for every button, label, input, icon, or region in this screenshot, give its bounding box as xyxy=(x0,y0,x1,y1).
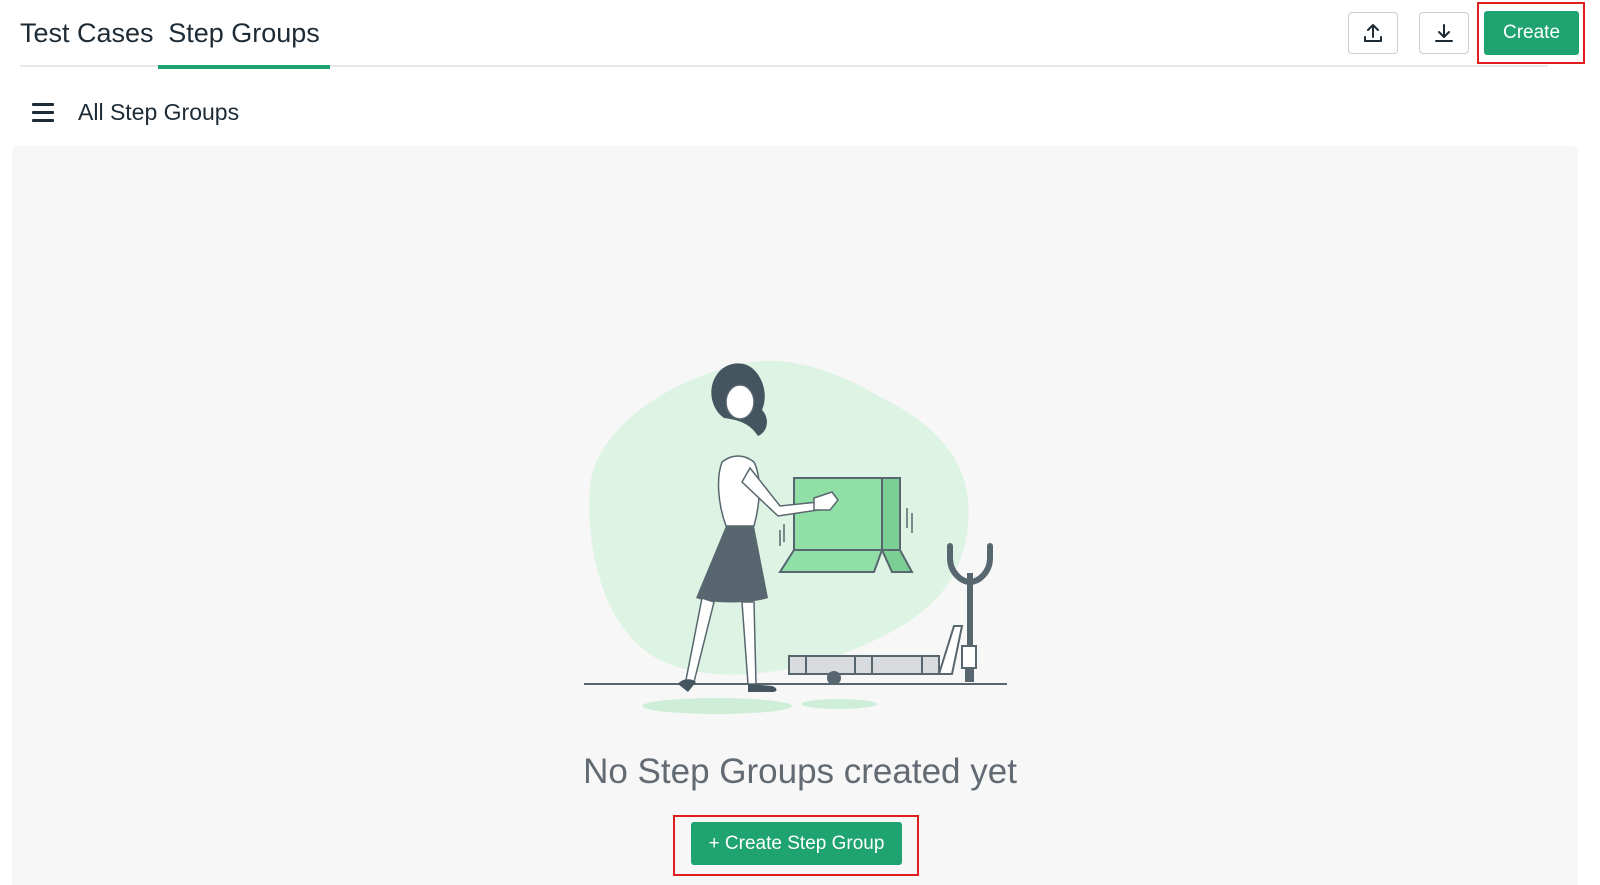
create-button[interactable]: Create xyxy=(1484,11,1579,55)
empty-state-message: No Step Groups created yet xyxy=(583,752,1017,791)
upload-button[interactable] xyxy=(1348,12,1398,54)
tab-step-groups[interactable]: Step Groups xyxy=(158,0,330,69)
upload-icon xyxy=(1364,24,1382,42)
top-nav-bar: Test Cases Step Groups xyxy=(20,0,1548,69)
download-icon xyxy=(1435,24,1453,42)
tab-test-cases[interactable]: Test Cases xyxy=(20,0,154,67)
subheader: All Step Groups xyxy=(32,92,239,132)
woman-carrying-box-illustration xyxy=(584,360,1007,714)
page-title: All Step Groups xyxy=(78,98,240,125)
hamburger-menu-icon[interactable] xyxy=(32,102,54,122)
download-button[interactable] xyxy=(1419,12,1469,54)
create-step-group-button[interactable]: + Create Step Group xyxy=(691,822,902,865)
